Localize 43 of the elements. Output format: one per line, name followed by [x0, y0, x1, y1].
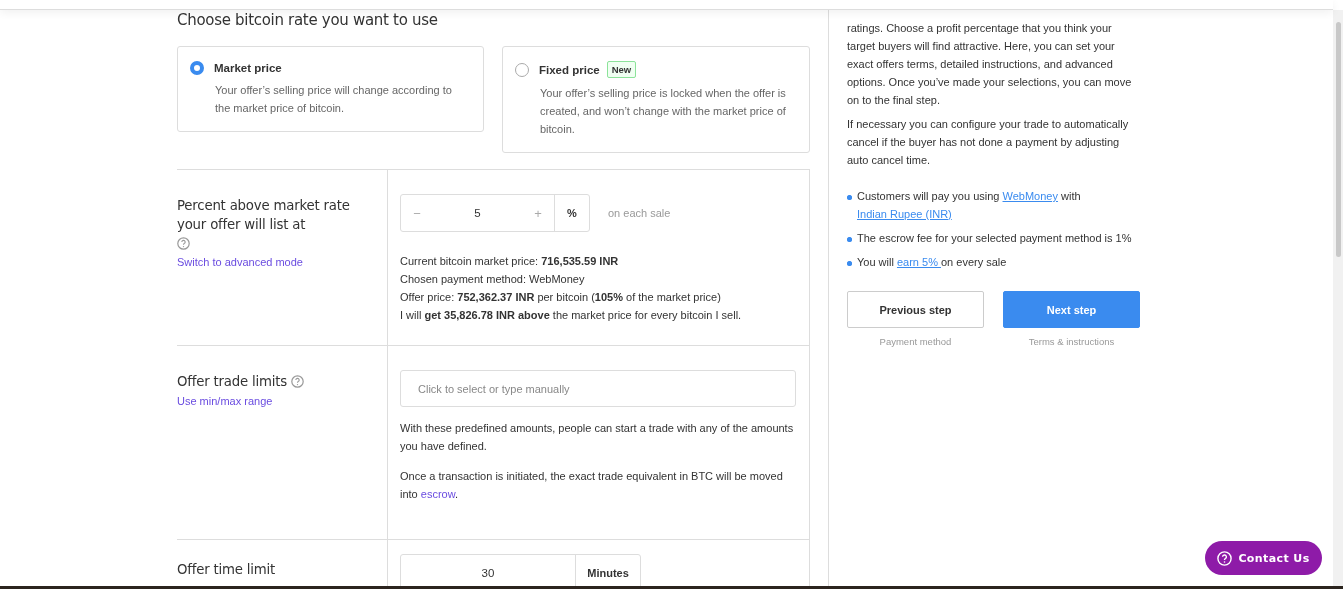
link[interactable]: WebMoney	[1002, 190, 1058, 202]
info-paragraph: ratings. Choose a profit percentage that you think your target buyers will find attractive. Here, you can set your exact offers terms, detailed instructions, and advanced options. Once you’ve made your selections, you can move on to the final step.	[847, 21, 1133, 108]
option-label[interactable]: Fixed price	[539, 63, 600, 76]
option-description: Your offer’s selling price is locked when the offer is created, and won’t change with the market price of bitcoin.	[540, 86, 787, 137]
radio-button[interactable]	[190, 61, 204, 75]
unit-label: %	[566, 206, 578, 221]
step-caption: Payment method	[879, 335, 952, 349]
link[interactable]: earn 5%	[896, 256, 941, 268]
help-icon[interactable]	[291, 375, 305, 388]
price-info-text: Offer price: 752,362.37 INR per bitcoin (105% of the market price)	[400, 290, 722, 305]
time-limit-label: Offer time limit	[177, 562, 276, 577]
next-step-button[interactable]: Next step	[1003, 291, 1140, 328]
previous-step-button[interactable]: Previous step	[847, 291, 984, 328]
suffix-text: on each sale	[608, 207, 671, 219]
link[interactable]: Indian Rupee (INR)	[857, 208, 952, 220]
option-label[interactable]: Market price	[214, 62, 282, 74]
mode-link[interactable]: Switch to advanced mode	[177, 256, 303, 268]
help-icon	[1217, 550, 1233, 566]
price-info-text: I will get 35,826.78 INR above the market price for every bitcoin I sell.	[400, 308, 743, 323]
info-paragraph: Once a transaction is initiated, the exact trade equivalent in BTC will be moved into escrow.	[400, 469, 784, 502]
bullet-icon	[847, 261, 852, 266]
trade-limits-label: Offer trade limits	[177, 374, 287, 389]
bullet-icon	[847, 195, 852, 200]
step-caption: Terms & instructions	[1028, 335, 1115, 349]
info-paragraph: With these predefined amounts, people can start a trade with any of the amounts you have defined.	[400, 421, 795, 454]
trade-limits-field[interactable]: Click to select or type manually	[400, 370, 796, 407]
price-info-text: Chosen payment method: WebMoney	[400, 272, 586, 287]
mode-link[interactable]: Use min/max range	[177, 395, 273, 407]
percent-label: Percent above market rate your offer will list at	[177, 198, 350, 232]
contact-button[interactable]: Contact Us	[1205, 541, 1322, 575]
price-info-text: Current bitcoin market price: 716,535.59 INR	[400, 254, 620, 269]
info-paragraph: If necessary you can configure your trade to automatically cancel if the buyer has not done a payment by adjusting auto cancel time.	[847, 117, 1130, 168]
summary-text: Customers will pay you using WebMoney with Indian Rupee (INR)	[857, 189, 1082, 222]
summary-text: The escrow fee for your selected payment method is 1%	[857, 231, 1132, 246]
help-icon[interactable]	[177, 237, 190, 250]
option-description: Your offer’s selling price will change according to the market price of bitcoin.	[215, 83, 453, 116]
summary-text: You will earn 5% on every sale	[857, 255, 1007, 270]
unit-label: Minutes	[586, 566, 630, 581]
bullet-icon	[847, 237, 852, 242]
value-field[interactable]: 30	[481, 567, 495, 579]
value-field[interactable]: 5	[474, 207, 481, 219]
new-badge: New	[606, 61, 637, 78]
section-title: Choose bitcoin rate you want to use	[177, 11, 439, 29]
